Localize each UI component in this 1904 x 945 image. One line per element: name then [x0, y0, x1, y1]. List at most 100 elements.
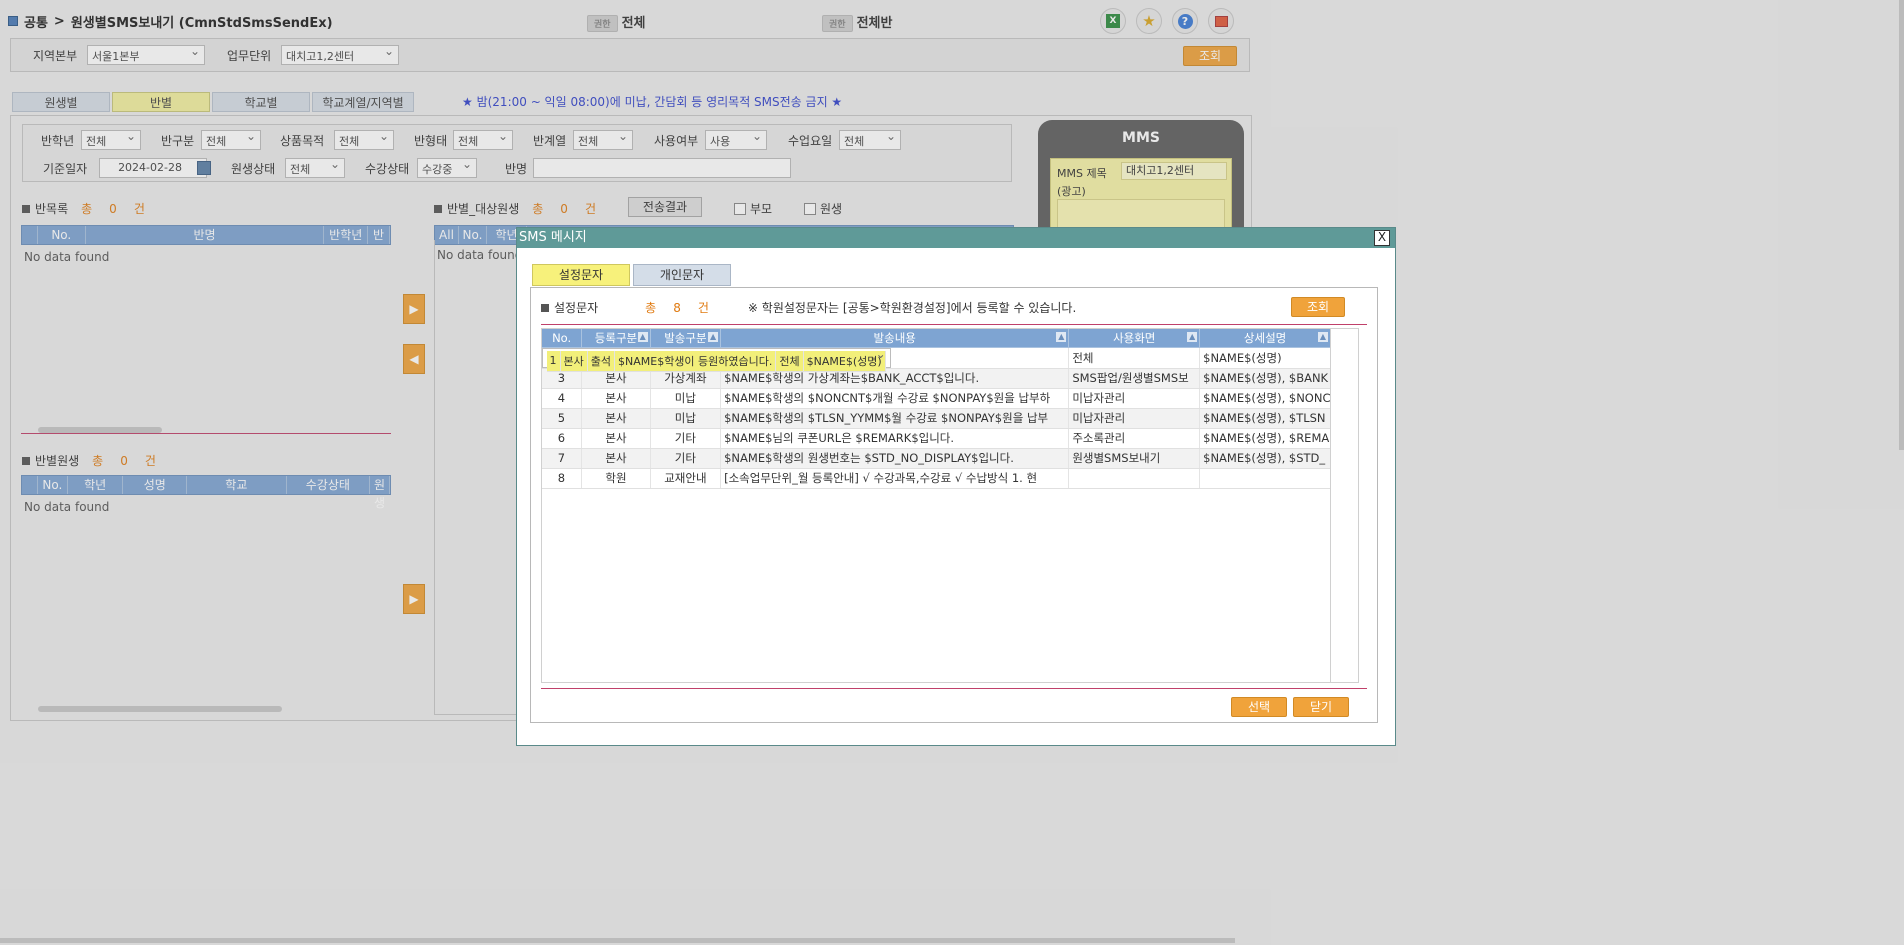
scope-value: 전체	[621, 16, 646, 31]
excel-icon[interactable]: X	[1100, 8, 1126, 34]
table-row[interactable]: 5 본사 미납 $NAME$학생의 $TLSN_YYMM$월 수강료 $NONP…	[541, 408, 1331, 429]
preset-count-prefix: 총	[645, 301, 657, 315]
region-label: 지역본부	[33, 49, 78, 63]
page-horizontal-scrollbar[interactable]	[0, 938, 1235, 943]
col-reg-type[interactable]: 등록구분 ▲	[581, 328, 651, 348]
table-row[interactable]: 4 본사 미납 $NAME$학생의 $NONCNT$개월 수강료 $NONPAY…	[541, 388, 1331, 409]
region-select-value: 서울1본부	[92, 50, 140, 63]
cell-desc	[1199, 468, 1331, 489]
cell-no: 7	[541, 448, 583, 469]
page-title: 원생별SMS보내기 (CmnStdSmsSendEx)	[70, 15, 333, 31]
unit-select[interactable]: 대치고1,2센터	[281, 44, 399, 65]
cell-screen: 전체	[775, 351, 804, 372]
cell-send-type: 출석	[587, 351, 616, 372]
dialog-close-button[interactable]: X	[1374, 230, 1390, 246]
search-bar: 지역본부 서울1본부 업무단위 대치고1,2센터 조회	[10, 38, 1250, 72]
table-row[interactable]: 1 본사 출석 $NAME$학생이 등원하였습니다. 전체 $NAME$(성명)	[541, 347, 891, 372]
table-row[interactable]: 6 본사 기타 $NAME$님의 쿠폰URL은 $REMARK$입니다. 주소록…	[541, 428, 1331, 449]
table-row[interactable]: 8 학원 교재안내 [소속업무단위_월 등록안내] √ 수강과목,수강료 √ 수…	[541, 468, 1331, 489]
tab-personal-message[interactable]: 개인문자	[633, 264, 731, 286]
dialog-body: 설정문자 총 8 건 ※ 학원설정문자는 [공통>학원환경설정]에서 등록할 수…	[530, 287, 1378, 723]
cell-desc: $NAME$(성명), $NONC	[1199, 388, 1331, 409]
help-icon[interactable]: ?	[1172, 8, 1198, 34]
cell-screen: SMS팝업/원생별SMS보	[1068, 368, 1201, 389]
dialog-title: SMS 메시지	[519, 230, 587, 245]
mms-subject-label: MMS 제목	[1057, 167, 1107, 180]
notice-text: ★ 밤(21:00 ~ 익일 08:00)에 미납, 간담회 등 영리목적 SM…	[462, 95, 843, 109]
cell-send-type: 교재안내	[650, 468, 722, 489]
col-no-label: No.	[552, 331, 572, 345]
cell-reg-type: 본사	[581, 388, 651, 409]
search-query-button[interactable]: 조회	[1183, 46, 1237, 66]
col-send-type[interactable]: 발송구분 ▲	[649, 328, 722, 348]
cell-send-type: 미납	[650, 408, 722, 429]
cell-reg-type: 본사	[560, 351, 588, 372]
tab-class[interactable]: 반별	[112, 92, 210, 112]
exit-icon[interactable]	[1208, 8, 1234, 34]
scope-badge: 권한	[587, 15, 618, 32]
col-content[interactable]: 발송내용 ▲	[720, 328, 1070, 348]
scope-value: 전체반	[856, 16, 893, 31]
header-scope-1: 권한 전체	[587, 12, 645, 32]
scope-badge: 권한	[822, 15, 853, 32]
breadcrumb-separator: >	[53, 13, 65, 29]
col-desc[interactable]: 상세설명 ▲	[1199, 328, 1331, 348]
preset-count-suffix: 건	[697, 301, 709, 315]
header-icon-bar: X ★ ?	[1100, 8, 1234, 34]
cell-desc: $NAME$(성명)	[1199, 348, 1331, 369]
cell-reg-type: 본사	[581, 408, 651, 429]
cell-screen: 주소록관리	[1068, 428, 1201, 449]
page-header: 공통 > 원생별SMS보내기 (CmnStdSmsSendEx)	[8, 10, 333, 32]
cell-send-type: 미납	[650, 388, 722, 409]
cell-screen: 전체	[1068, 348, 1201, 369]
cell-reg-type: 본사	[581, 448, 651, 469]
sort-icon[interactable]: ▲	[637, 332, 648, 342]
cell-content: $NAME$학생의 원생번호는 $STD_NO_DISPLAY$입니다.	[720, 448, 1070, 469]
tab-school[interactable]: 학교별	[212, 92, 310, 112]
col-desc-label: 상세설명	[1243, 331, 1287, 345]
col-send-type-label: 발송구분	[664, 331, 707, 345]
cell-content: $NAME$학생의 $NONCNT$개월 수강료 $NONPAY$원을 납부하	[720, 388, 1070, 409]
cell-no: 8	[541, 468, 583, 489]
select-button[interactable]: 선택	[1231, 697, 1287, 717]
close-button[interactable]: 닫기	[1293, 697, 1349, 717]
cell-no: 5	[541, 408, 583, 429]
col-screen[interactable]: 사용화면 ▲	[1068, 328, 1201, 348]
preset-info-text: ※ 학원설정문자는 [공통>학원환경설정]에서 등록할 수 있습니다.	[747, 301, 1077, 315]
tab-student[interactable]: 원생별	[12, 92, 110, 112]
cell-desc: $NAME$(성명), $REMA	[1199, 428, 1331, 449]
cell-desc: $NAME$(성명), $BANK	[1199, 368, 1331, 389]
col-no[interactable]: No.	[540, 328, 583, 348]
star-icon[interactable]: ★	[1136, 8, 1162, 34]
dialog-title-bar: SMS 메시지 X	[517, 228, 1395, 248]
mms-subject-value: 대치고1,2센터	[1126, 164, 1195, 177]
section-divider	[541, 324, 1367, 325]
sort-icon[interactable]: ▲	[1056, 332, 1067, 342]
cell-reg-type: 학원	[581, 468, 651, 489]
breadcrumb-root[interactable]: 공통	[24, 12, 48, 31]
tab-preset-message[interactable]: 설정문자	[532, 264, 630, 286]
cell-screen: 미납자관리	[1068, 408, 1201, 429]
sort-icon[interactable]: ▲	[1318, 332, 1328, 342]
cell-screen: 원생별SMS보내기	[1068, 448, 1201, 469]
cell-content: $NAME$님의 쿠폰URL은 $REMARK$입니다.	[720, 428, 1070, 449]
cell-desc: $NAME$(성명), $STD_	[1199, 448, 1331, 469]
region-select[interactable]: 서울1본부	[87, 44, 205, 65]
table-row[interactable]: 7 본사 기타 $NAME$학생의 원생번호는 $STD_NO_DISPLAY$…	[541, 448, 1331, 469]
sms-message-dialog: SMS 메시지 X 설정문자 개인문자 설정문자 총 8 건 ※ 학원설정문자는…	[516, 227, 1396, 746]
dialog-query-button[interactable]: 조회	[1291, 297, 1345, 317]
section-divider	[541, 688, 1367, 689]
tab-school-series[interactable]: 학교계열/지역별	[312, 92, 414, 112]
sort-icon[interactable]: ▲	[1187, 332, 1198, 342]
cell-desc: $NAME$(성명)	[803, 351, 886, 372]
page-vertical-scrollbar[interactable]	[1899, 0, 1904, 450]
cell-screen: 미납자관리	[1068, 388, 1201, 409]
unit-label: 업무단위	[227, 49, 272, 63]
preset-count: 8	[673, 300, 681, 315]
cell-content: $NAME$학생의 $TLSN_YYMM$월 수강료 $NONPAY$원을 납부	[720, 408, 1070, 429]
cell-no: 1	[546, 351, 561, 372]
mms-preview: MMS MMS 제목 대치고1,2센터 (광고)	[1038, 120, 1244, 248]
sort-icon[interactable]: ▲	[708, 332, 719, 342]
cell-no: 4	[541, 388, 583, 409]
mms-subject-input[interactable]: 대치고1,2센터	[1121, 162, 1227, 180]
